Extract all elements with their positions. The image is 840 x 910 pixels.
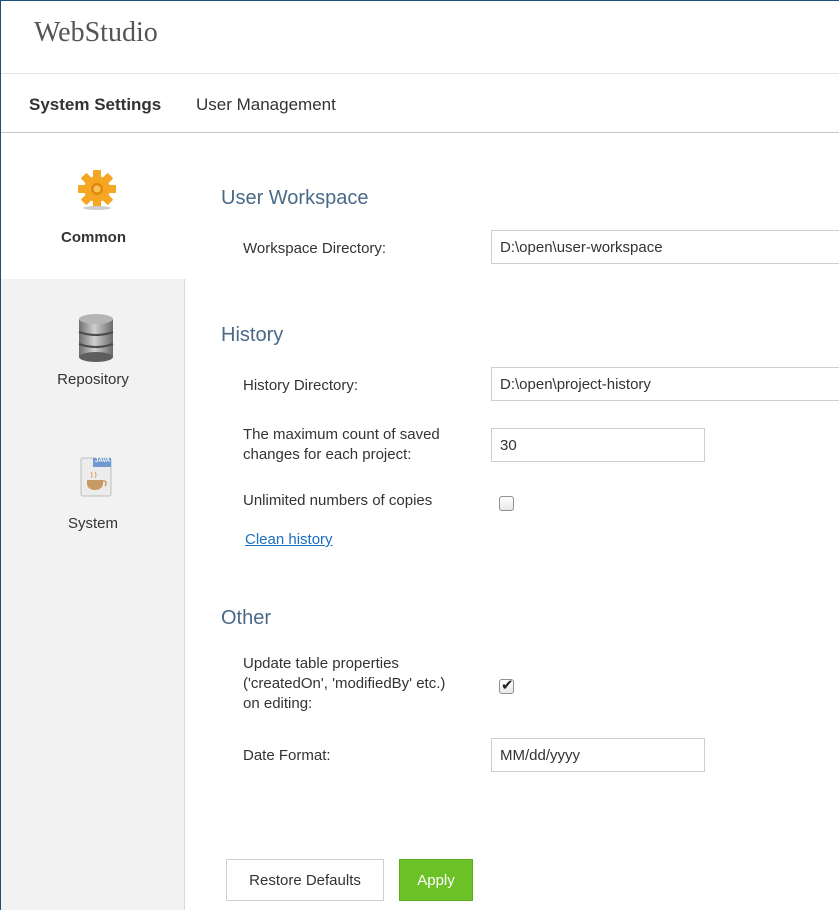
restore-defaults-button[interactable]: Restore Defaults — [226, 859, 384, 901]
max-count-label-line: changes for each project: — [243, 446, 412, 463]
max-count-label-line: The maximum count of saved — [243, 426, 440, 443]
sidebar-item-system[interactable]: JAVA System — [1, 451, 185, 541]
max-count-label: The maximum count of saved changes for e… — [243, 425, 440, 465]
section-title-other: Other — [221, 607, 272, 629]
unlimited-copies-checkbox[interactable] — [499, 496, 514, 511]
sidebar-item-label: Common — [61, 229, 126, 246]
gear-icon — [78, 170, 116, 210]
update-properties-checkbox[interactable]: ✔ — [499, 677, 514, 694]
history-dir-input[interactable] — [491, 367, 839, 401]
update-properties-label-line: ('createdOn', 'modifiedBy' etc.) — [243, 675, 446, 692]
update-properties-label-line: on editing: — [243, 695, 313, 712]
java-badge: JAVA — [95, 458, 111, 464]
tab-system-settings[interactable]: System Settings — [29, 95, 161, 115]
apply-button[interactable]: Apply — [399, 859, 473, 901]
workspace-dir-input[interactable] — [491, 230, 839, 264]
sidebar-item-common[interactable]: Common — [1, 133, 186, 279]
section-title-history: History — [221, 324, 284, 346]
date-format-input[interactable] — [491, 738, 705, 772]
workspace-dir-label: Workspace Directory: — [243, 240, 387, 257]
sidebar-item-label: Repository — [57, 371, 129, 388]
update-properties-label: Update table properties ('createdOn', 'm… — [243, 654, 445, 714]
section-title-workspace: User Workspace — [221, 187, 369, 209]
sidebar-item-label: System — [67, 515, 118, 532]
max-count-input[interactable] — [491, 428, 705, 462]
unlimited-copies-label: Unlimited numbers of copies — [243, 492, 433, 509]
app-title: WebStudio — [34, 17, 158, 48]
history-dir-label: History Directory: — [243, 377, 359, 394]
settings-tabs: System Settings User Management — [1, 74, 839, 133]
settings-content: User Workspace Workspace Directory: Hist… — [185, 133, 839, 910]
database-icon — [78, 314, 114, 362]
app-window: WebStudio System Settings User Managemen… — [0, 0, 839, 910]
checkmark-icon: ✔ — [501, 677, 514, 694]
sidebar-item-repository[interactable]: Repository — [1, 303, 185, 403]
update-properties-label-line: Update table properties — [243, 655, 399, 672]
tab-user-management[interactable]: User Management — [196, 95, 336, 115]
clean-history-link[interactable]: Clean history — [245, 531, 333, 548]
date-format-label: Date Format: — [243, 747, 331, 764]
sidebar: Common Repository JAVA System — [1, 133, 186, 910]
